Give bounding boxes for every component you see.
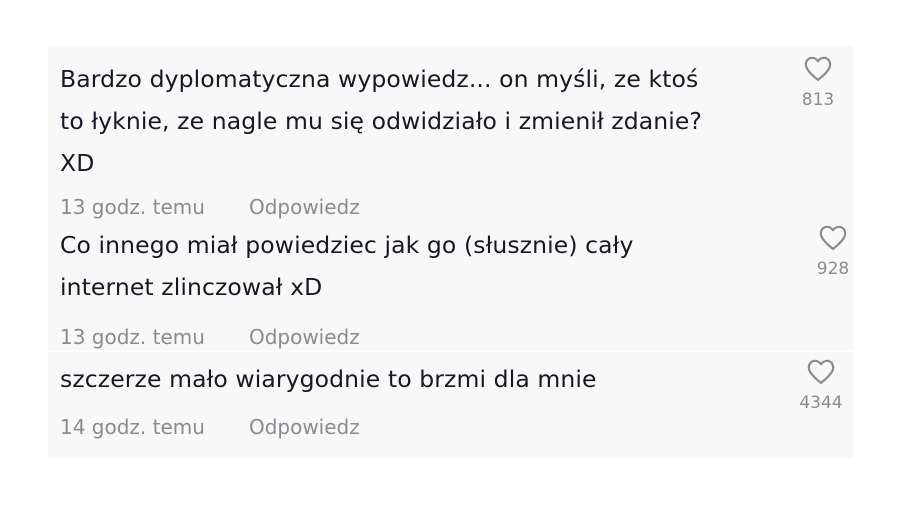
reply-link[interactable]: Odpowiedz <box>249 415 360 439</box>
like-count: 813 <box>801 90 835 110</box>
comments-screenshot: Bardzo dyplomatyczna wypowiedz... on myś… <box>0 0 900 505</box>
heart-outline-icon <box>819 225 847 251</box>
heart-outline-icon <box>807 359 835 385</box>
comment-card: Co innego miał powiedziec jak go (słuszn… <box>48 222 854 350</box>
like-button[interactable]: 4344 <box>791 358 851 413</box>
comment-text-line: Co innego miał powiedziec jak go (słuszn… <box>60 231 634 259</box>
comment-meta: 13 godz. temu Odpowiedz <box>60 325 360 349</box>
comment-meta: 14 godz. temu Odpowiedz <box>60 415 360 439</box>
comment-text-line: szczerze mało wiarygodnie to brzmi dla m… <box>60 365 597 393</box>
comment-text-line: Bardzo dyplomatyczna wypowiedz... on myś… <box>60 65 699 93</box>
comment-timestamp: 14 godz. temu <box>60 415 205 439</box>
like-count: 928 <box>816 259 850 279</box>
reply-link[interactable]: Odpowiedz <box>249 195 360 219</box>
comment-text: szczerze mało wiarygodnie to brzmi dla m… <box>60 358 780 400</box>
comment-text: Co innego miał powiedziec jak go (słuszn… <box>60 224 780 308</box>
comment-meta: 13 godz. temu Odpowiedz <box>60 195 360 219</box>
comment-text-line: XD <box>60 149 95 177</box>
comment-card: Bardzo dyplomatyczna wypowiedz... on myś… <box>48 46 854 222</box>
comment-card: szczerze mało wiarygodnie to brzmi dla m… <box>48 352 854 458</box>
comment-meta-clip: 13 godz. temu Odpowiedz <box>60 322 560 349</box>
comment-text-line: internet zlinczował xD <box>60 273 323 301</box>
comment-timestamp: 13 godz. temu <box>60 195 205 219</box>
comment-text-line: to łyknie, ze nagle mu się odwidziało i … <box>60 107 703 135</box>
heart-outline-icon <box>804 56 832 82</box>
comment-timestamp: 13 godz. temu <box>60 325 205 349</box>
like-count: 4344 <box>799 393 843 413</box>
reply-link[interactable]: Odpowiedz <box>249 325 360 349</box>
like-button[interactable]: 813 <box>788 55 848 110</box>
like-button[interactable]: 928 <box>803 224 863 279</box>
comment-text: Bardzo dyplomatyczna wypowiedz... on myś… <box>60 58 780 184</box>
